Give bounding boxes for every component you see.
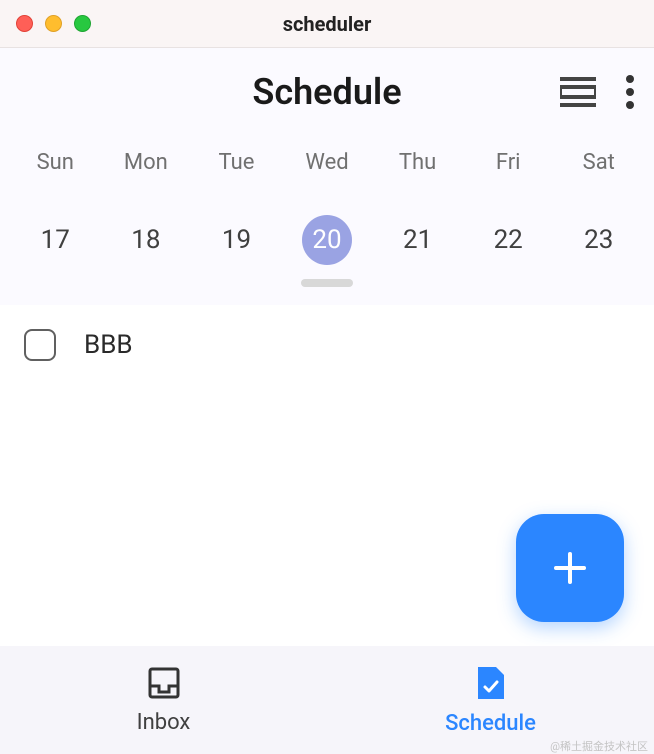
day-number: 22 [494, 225, 523, 255]
day-cell[interactable]: 23 [553, 215, 644, 265]
plus-icon [550, 548, 590, 588]
maximize-window-button[interactable] [74, 15, 91, 32]
window-titlebar: scheduler [0, 0, 654, 48]
nav-label: Inbox [137, 710, 191, 735]
day-number: 17 [41, 225, 70, 255]
day-cell[interactable]: 18 [101, 215, 192, 265]
task-checkbox[interactable] [24, 329, 56, 361]
weekday-label: Tue [191, 150, 282, 175]
weekday-label: Thu [372, 150, 463, 175]
task-list: BBB [0, 305, 654, 361]
day-view-icon [560, 77, 596, 107]
page-title: Schedule [252, 71, 401, 113]
weekday-label: Fri [463, 150, 554, 175]
day-cell[interactable]: 22 [463, 215, 554, 265]
window-title: scheduler [283, 12, 372, 36]
more-menu-button[interactable] [626, 75, 634, 109]
task-title: BBB [84, 330, 133, 360]
watermark: @稀土掘金技术社区 [550, 738, 648, 754]
kebab-menu-icon [626, 75, 634, 109]
weekday-label: Sat [553, 150, 644, 175]
add-task-button[interactable] [516, 514, 624, 622]
weekday-label: Mon [101, 150, 192, 175]
schedule-file-icon [476, 665, 506, 705]
day-numbers-row: 17 18 19 20 21 22 23 [10, 215, 644, 265]
nav-inbox[interactable]: Inbox [0, 646, 327, 754]
view-toggle-button[interactable] [560, 77, 596, 107]
day-cell[interactable]: 17 [10, 215, 101, 265]
header-actions [560, 75, 634, 109]
day-cell-selected[interactable]: 20 [282, 215, 373, 265]
close-window-button[interactable] [16, 15, 33, 32]
drag-handle[interactable] [301, 279, 353, 287]
week-strip: Sun Mon Tue Wed Thu Fri Sat 17 18 19 20 … [0, 136, 654, 305]
inbox-icon [147, 666, 181, 704]
traffic-lights [16, 15, 91, 32]
minimize-window-button[interactable] [45, 15, 62, 32]
day-number: 18 [131, 225, 160, 255]
task-item[interactable]: BBB [24, 329, 630, 361]
day-cell[interactable]: 19 [191, 215, 282, 265]
app-header: Schedule [0, 48, 654, 136]
day-number: 21 [403, 225, 432, 255]
day-number: 20 [302, 215, 352, 265]
weekday-labels-row: Sun Mon Tue Wed Thu Fri Sat [10, 150, 644, 175]
day-number: 23 [584, 225, 613, 255]
nav-label: Schedule [445, 711, 536, 736]
day-number: 19 [222, 225, 251, 255]
weekday-label: Wed [282, 150, 373, 175]
day-cell[interactable]: 21 [372, 215, 463, 265]
weekday-label: Sun [10, 150, 101, 175]
